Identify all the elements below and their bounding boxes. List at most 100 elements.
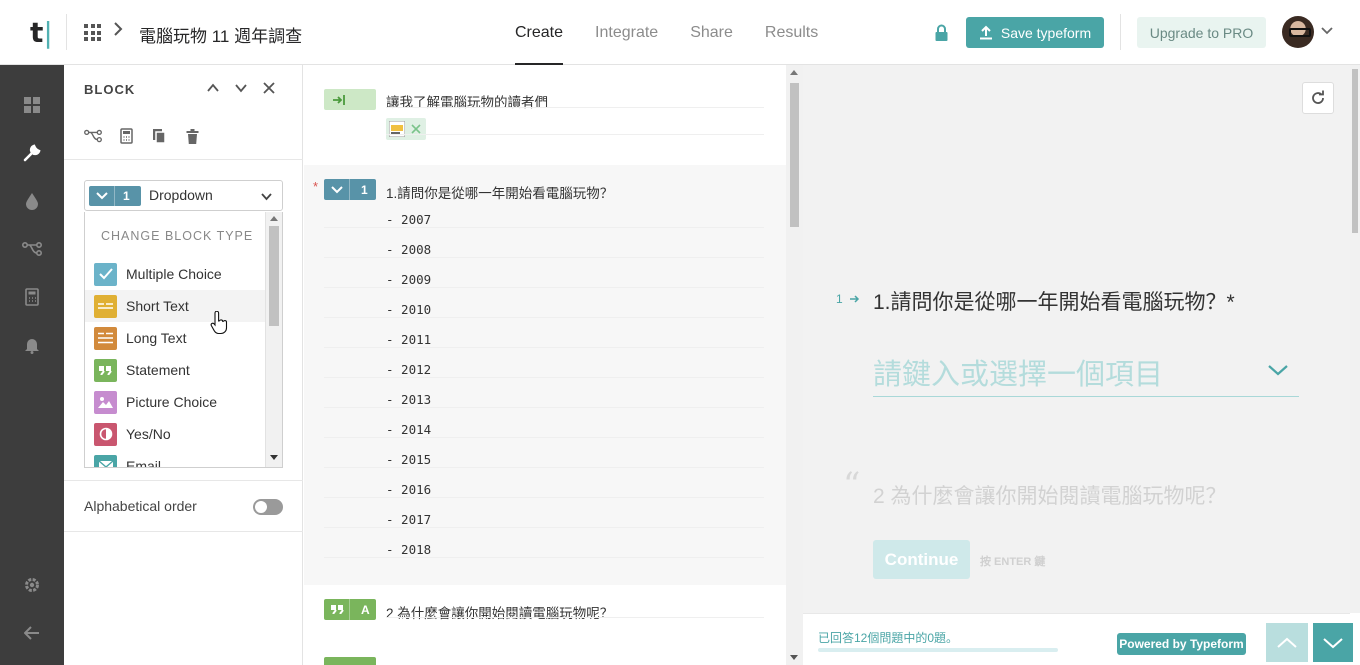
arrow-right-icon <box>850 295 860 303</box>
scroll-down-icon[interactable] <box>270 455 278 461</box>
editor-scroll-thumb[interactable] <box>790 83 799 227</box>
question-block-selected[interactable] <box>304 165 786 585</box>
refresh-icon <box>1312 90 1324 104</box>
choice-item[interactable]: - 2010 <box>386 302 431 317</box>
previous-question-button[interactable] <box>1266 623 1308 662</box>
choice-item[interactable]: - 2014 <box>386 422 431 437</box>
choice-item[interactable]: - 2009 <box>386 272 431 287</box>
chevron-down-icon[interactable] <box>260 190 273 203</box>
settings-icon[interactable] <box>22 575 42 595</box>
menu-item-yes-no[interactable]: Yes/No <box>85 418 265 450</box>
scroll-up-icon[interactable] <box>790 69 798 75</box>
enter-hint: 按 ENTER 鍵 <box>980 556 1046 568</box>
calculator-icon[interactable] <box>117 127 135 145</box>
upgrade-button[interactable]: Upgrade to PRO <box>1137 17 1266 48</box>
powered-by-badge[interactable]: Powered by Typeform <box>1117 633 1246 655</box>
preview-dropdown-input[interactable]: 請鍵入或選擇一個項目 <box>873 349 1299 397</box>
preview-question-text: 1.請問你是從哪一年開始看電腦玩物？* <box>873 291 1235 314</box>
choice-item[interactable]: - 2016 <box>386 482 431 497</box>
menu-scroll-thumb[interactable] <box>269 226 279 326</box>
divider <box>324 557 764 558</box>
next-question-button[interactable] <box>1313 623 1353 662</box>
divider <box>386 107 764 108</box>
choice-item[interactable]: - 2008 <box>386 242 431 257</box>
statement-letter: A <box>361 603 370 617</box>
chevron-down-icon[interactable] <box>1320 24 1334 38</box>
breadcrumb-chevron-icon <box>114 22 123 36</box>
dashboard-icon[interactable] <box>22 95 42 115</box>
chevron-up-icon[interactable] <box>206 81 220 95</box>
question-1-text[interactable]: 1.請問你是從哪一年開始看電腦玩物？ <box>386 182 613 202</box>
chevron-down-icon[interactable] <box>234 81 248 95</box>
bell-icon[interactable] <box>22 335 42 355</box>
menu-item-label: Email <box>126 458 162 468</box>
logic-icon[interactable] <box>22 239 42 259</box>
calculator-icon[interactable] <box>22 287 42 307</box>
remove-image-icon[interactable] <box>411 124 421 134</box>
statement-badge[interactable]: A <box>324 599 376 620</box>
logic-jump-icon[interactable] <box>84 127 102 145</box>
divider <box>324 437 764 438</box>
divider <box>1120 14 1121 50</box>
chevron-down-icon <box>1323 637 1343 648</box>
menu-item-statement[interactable]: Statement <box>85 354 265 386</box>
email-icon <box>94 454 117 467</box>
welcome-text[interactable]: 讓我了解電腦玩物的讀者們 <box>386 91 548 111</box>
preview-scroll-thumb[interactable] <box>1352 69 1358 233</box>
typeform-logo[interactable]: t| <box>30 16 53 49</box>
menu-item-label: Multiple Choice <box>126 266 222 282</box>
choice-item[interactable]: - 2018 <box>386 542 431 557</box>
alphabetical-order-toggle[interactable] <box>253 499 283 515</box>
editor-scrollbar[interactable] <box>786 65 803 665</box>
apps-grid-icon[interactable] <box>84 24 101 41</box>
tab-integrate[interactable]: Integrate <box>595 0 658 65</box>
trash-icon[interactable] <box>183 127 201 145</box>
menu-item-multiple-choice[interactable]: Multiple Choice <box>85 258 265 290</box>
choice-item[interactable]: - 2013 <box>386 392 431 407</box>
check-icon <box>94 262 117 286</box>
menu-item-long-text[interactable]: Long Text <box>85 322 265 354</box>
choice-item[interactable]: - 2017 <box>386 512 431 527</box>
save-typeform-button[interactable]: Save typeform <box>966 17 1104 48</box>
menu-item-email[interactable]: Email <box>85 450 265 468</box>
user-avatar[interactable] <box>1282 16 1314 48</box>
wrench-icon[interactable] <box>22 143 42 163</box>
preview-placeholder: 請鍵入或選擇一個項目 <box>873 359 1164 391</box>
refresh-button[interactable] <box>1302 82 1334 114</box>
choice-item[interactable]: - 2015 <box>386 452 431 467</box>
menu-scrollbar[interactable] <box>265 212 282 467</box>
back-arrow-icon[interactable] <box>22 623 42 643</box>
form-title[interactable]: 電腦玩物 11 週年調查 <box>139 22 302 47</box>
scroll-down-icon[interactable] <box>790 655 798 661</box>
chevron-down-icon[interactable] <box>1267 363 1289 377</box>
divider <box>324 227 764 228</box>
statement-text[interactable]: 2 為什麼會讓你開始閱讀電腦玩物呢？ <box>386 602 613 622</box>
tab-share[interactable]: Share <box>690 0 733 65</box>
tab-results[interactable]: Results <box>765 0 818 65</box>
welcome-image-thumbnail[interactable] <box>386 118 426 140</box>
menu-item-picture-choice[interactable]: Picture Choice <box>85 386 265 418</box>
menu-item-short-text[interactable]: Short Text <box>85 290 265 322</box>
continue-button[interactable]: Continue <box>873 540 970 579</box>
next-block-badge[interactable] <box>324 657 376 665</box>
lock-icon[interactable] <box>934 24 949 42</box>
choice-item[interactable]: - 2012 <box>386 362 431 377</box>
long-text-icon <box>94 326 117 350</box>
block-number: 1 <box>123 189 130 203</box>
block-type-select[interactable]: 1 Dropdown <box>84 180 283 211</box>
duplicate-icon[interactable] <box>150 127 168 145</box>
preview-scrollbar[interactable] <box>1350 65 1360 613</box>
question-1-badge[interactable]: 1 <box>324 179 376 200</box>
form-preview: 1 1.請問你是從哪一年開始看電腦玩物？* 請鍵入或選擇一個項目 “ 2 為什麼… <box>803 65 1353 665</box>
choice-item[interactable]: - 2011 <box>386 332 431 347</box>
choice-item[interactable]: - 2007 <box>386 212 431 227</box>
tab-create[interactable]: Create <box>515 0 564 65</box>
scroll-up-icon[interactable] <box>270 215 278 221</box>
welcome-screen-badge[interactable] <box>324 89 376 110</box>
close-icon[interactable] <box>262 81 276 95</box>
drop-icon[interactable] <box>22 191 42 211</box>
quote-icon <box>94 358 117 382</box>
dropdown-type-badge: 1 <box>89 186 141 206</box>
upload-icon <box>979 25 992 40</box>
chevron-up-icon <box>1277 637 1297 648</box>
